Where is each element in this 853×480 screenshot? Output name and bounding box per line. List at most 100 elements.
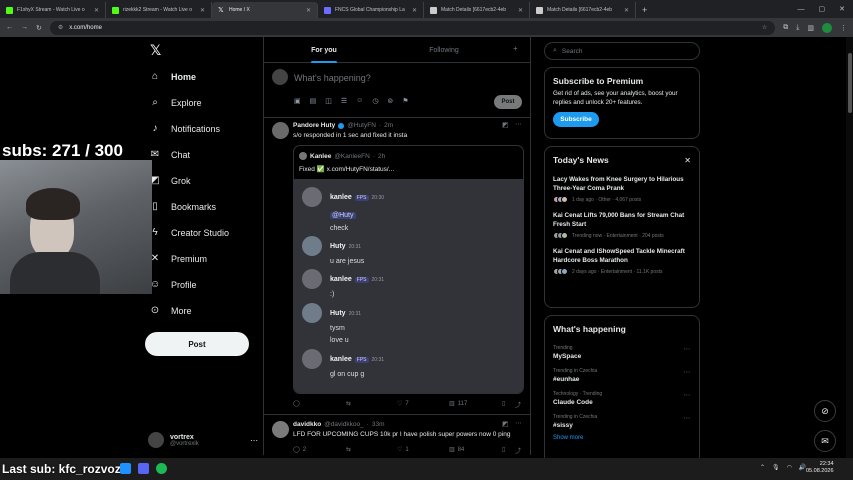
add-tab-icon[interactable]: +: [513, 44, 518, 53]
grok-image-icon[interactable]: ◫: [325, 97, 332, 105]
address-bar[interactable]: ⚙ x.com/home ☆: [49, 20, 776, 35]
forward-icon[interactable]: →: [21, 24, 28, 31]
site-info-icon[interactable]: ⚙: [58, 24, 63, 31]
subscribe-button[interactable]: Subscribe: [553, 112, 599, 127]
repost-button[interactable]: ⇆: [346, 446, 351, 453]
trend-item[interactable]: Trending MySpace ⋯: [553, 345, 691, 360]
close-icon[interactable]: ✕: [94, 7, 99, 14]
browser-tab-4[interactable]: FNCS Global Championship La ✕: [318, 2, 424, 18]
maximize-icon[interactable]: ▢: [819, 2, 826, 18]
tab-for-you[interactable]: For you: [264, 37, 384, 63]
close-icon[interactable]: ✕: [684, 156, 691, 165]
tweet[interactable]: Pandore Huty @HutyFN · 2m ◩ ⋯ s/o respon…: [264, 118, 530, 415]
news-item[interactable]: Lacy Wakes from Knee Surgery to Hilariou…: [553, 176, 691, 203]
nav-home[interactable]: ⌂ Home: [150, 71, 196, 82]
tweet-author-handle[interactable]: @HutyFN: [347, 122, 376, 129]
media-icon[interactable]: ▣: [294, 97, 301, 105]
views-button[interactable]: ▥ 117: [449, 400, 467, 408]
repost-button[interactable]: ⇆: [346, 400, 351, 407]
account-switcher[interactable]: vortrex @vortrexlk ⋯: [148, 428, 258, 452]
taskbar-app-icon[interactable]: [120, 463, 131, 474]
poll-icon[interactable]: ☰: [341, 97, 347, 105]
spotify-icon[interactable]: [156, 463, 167, 474]
nav-notifications[interactable]: ♪ Notifications: [150, 123, 221, 134]
nav-chat[interactable]: ✉ Chat: [150, 149, 190, 160]
more-icon[interactable]: ⋯: [684, 414, 692, 422]
reply-button[interactable]: ◯ 2: [293, 446, 306, 454]
like-button[interactable]: ♡ 1: [397, 446, 409, 454]
flag-icon[interactable]: ⚑: [402, 97, 408, 105]
search-box[interactable]: ⌕ Search: [544, 42, 700, 60]
browser-tab-2[interactable]: rizekkk2 Stream - Watch Live o ✕: [106, 2, 212, 18]
profile-avatar[interactable]: [822, 22, 832, 33]
more-icon[interactable]: ⋯: [515, 419, 522, 427]
tweet[interactable]: davidkko @davidkkoo_ · 33m ◩ ⋯ LFD FOR U…: [264, 416, 530, 458]
grok-icon[interactable]: ◩: [502, 121, 509, 129]
more-icon[interactable]: ⋯: [250, 436, 258, 445]
post-button[interactable]: Post: [145, 332, 249, 356]
avatar[interactable]: [272, 122, 289, 139]
browser-tab-6[interactable]: Match Details [6617ecb2-4eb ✕: [530, 2, 636, 18]
nav-explore[interactable]: ⌕ Explore: [150, 97, 201, 108]
clock[interactable]: 22:34 05.08.2026: [806, 461, 834, 475]
menu-icon[interactable]: ⋮: [840, 24, 847, 32]
emoji-icon[interactable]: ☺: [356, 97, 363, 105]
chat-floating-button[interactable]: ✉: [814, 430, 836, 452]
close-window-icon[interactable]: ✕: [839, 2, 845, 18]
trend-item[interactable]: Technology · Trending Claude Code ⋯: [553, 391, 691, 406]
news-item[interactable]: Kai Cenat and IShowSpeed Tackle Minecraf…: [553, 248, 691, 275]
grok-icon[interactable]: ◩: [502, 420, 509, 428]
tweet-author-name[interactable]: davidkko: [293, 421, 321, 428]
tray-chevron-icon[interactable]: ⌃: [760, 464, 765, 471]
avatar[interactable]: [272, 421, 289, 438]
news-item[interactable]: Kai Cenat Lifts 79,000 Bans for Stream C…: [553, 212, 691, 239]
reply-button[interactable]: ◯: [293, 400, 300, 407]
more-icon[interactable]: ⋯: [515, 120, 522, 128]
minimize-icon[interactable]: —: [798, 2, 805, 18]
more-icon[interactable]: ⋯: [684, 345, 692, 353]
nav-profile[interactable]: ☺ Profile: [150, 279, 197, 290]
close-icon[interactable]: ✕: [306, 7, 311, 14]
tab-following[interactable]: Following: [384, 37, 504, 63]
reload-icon[interactable]: ↻: [36, 24, 42, 32]
microphone-icon[interactable]: 🎙: [772, 464, 780, 471]
more-icon[interactable]: ⋯: [684, 368, 692, 376]
close-icon[interactable]: ✕: [412, 7, 417, 14]
location-icon[interactable]: ⊚: [387, 97, 393, 105]
wifi-icon[interactable]: ◠: [787, 464, 792, 471]
browser-tab-3[interactable]: 𝕏 Home / X ✕: [212, 2, 318, 18]
trend-item[interactable]: Trending in Czechia #eunhae ⋯: [553, 368, 691, 383]
nav-more[interactable]: ⊙ More: [150, 305, 192, 316]
grok-floating-button[interactable]: ⊘: [814, 400, 836, 422]
browser-tab-5[interactable]: Match Details [6617ecb2-4eb ✕: [424, 2, 530, 18]
bookmark-button[interactable]: ▯: [502, 400, 505, 407]
share-button[interactable]: ⤴: [515, 400, 521, 409]
star-icon[interactable]: ☆: [762, 24, 767, 31]
share-button[interactable]: ⤴: [515, 446, 521, 455]
gif-icon[interactable]: ▤: [310, 97, 317, 105]
close-icon[interactable]: ✕: [518, 7, 523, 14]
composer-input[interactable]: What's happening?: [294, 73, 371, 83]
nav-bookmarks[interactable]: ▯ Bookmarks: [150, 201, 216, 212]
tweet-time[interactable]: 33m: [372, 421, 385, 428]
taskbar-app-icon[interactable]: [138, 463, 149, 474]
tweet-author-name[interactable]: Pandore Huty: [293, 122, 335, 129]
views-button[interactable]: ▥ 84: [449, 446, 464, 454]
downloads-icon[interactable]: ⤓: [796, 24, 799, 32]
like-button[interactable]: ♡ 7: [397, 400, 409, 408]
sidepanel-icon[interactable]: ▥: [807, 24, 814, 32]
more-icon[interactable]: ⋯: [684, 391, 692, 399]
scrollbar-thumb[interactable]: [847, 53, 852, 113]
bookmark-button[interactable]: ▯: [502, 446, 505, 453]
back-icon[interactable]: ←: [6, 24, 13, 31]
browser-tab-1[interactable]: F1shyX Stream - Watch Live o ✕: [0, 2, 106, 18]
new-tab-button[interactable]: +: [636, 2, 653, 18]
x-logo-icon[interactable]: 𝕏: [150, 42, 161, 59]
close-icon[interactable]: ✕: [200, 7, 205, 14]
trend-item[interactable]: Trending in Czechia #sissy ⋯: [553, 414, 691, 429]
nav-grok[interactable]: ◩ Grok: [150, 175, 190, 186]
schedule-icon[interactable]: ◷: [372, 97, 378, 105]
tweet-author-handle[interactable]: @davidkkoo_: [324, 421, 363, 428]
close-icon[interactable]: ✕: [624, 7, 629, 14]
page-scrollbar[interactable]: [846, 37, 853, 458]
